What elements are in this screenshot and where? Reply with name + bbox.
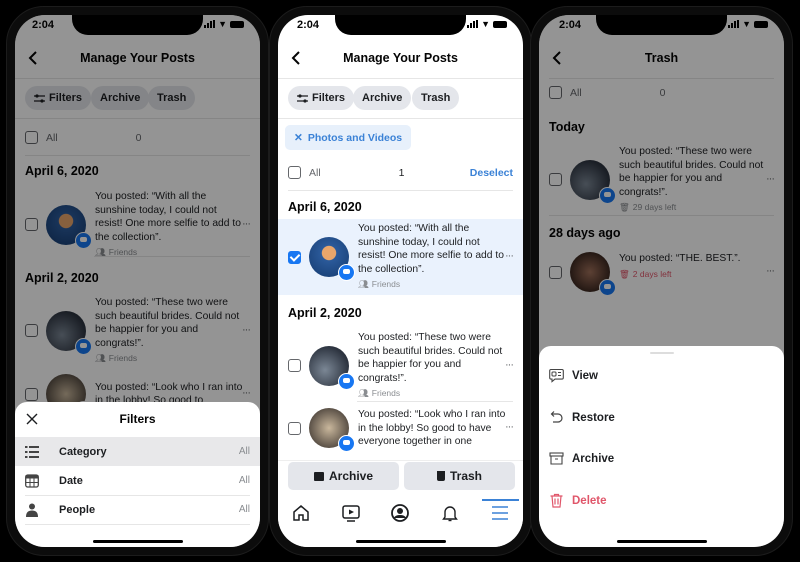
home-icon[interactable] [291,503,311,523]
active-tab-indicator [482,499,519,501]
menu-item-restore[interactable]: Restore [549,410,615,425]
page-title: Manage Your Posts [343,51,458,65]
post-actions-sheet: View Restore Archive Delete [539,346,784,547]
archive-icon [313,471,324,481]
home-indicator [355,540,446,543]
trash-button[interactable]: Trash [404,462,515,490]
filter-row-people[interactable]: People All [15,495,260,524]
sheet-handle[interactable] [649,352,674,354]
profile-icon[interactable] [390,503,410,523]
post-item[interactable]: You posted: “These two were such beautif… [278,326,523,406]
screen-manage-posts-selected: 2:04 ▼ Manage Your Posts Filters Archive… [278,15,523,547]
archive-button[interactable]: Archive [288,462,399,490]
more-icon[interactable]: ··· [505,421,514,433]
selected-count: 1 [398,166,405,179]
archive-chip[interactable]: Archive [353,86,412,110]
filters-chip[interactable]: Filters [288,86,355,110]
post-checkbox[interactable] [288,359,301,373]
messenger-badge-icon [338,435,355,453]
status-time: 2:04 [297,19,320,31]
filter-row-category[interactable]: Category All [15,437,260,466]
filters-sheet: Filters Category All Date All People All [15,402,260,547]
list-icon [25,445,39,458]
friends-icon: 👥︎ [358,388,369,398]
battery-icon [493,21,507,28]
menu-item-view[interactable]: View [549,368,598,383]
post-thumbnail [309,237,355,281]
archive-icon [549,452,564,465]
menu-item-archive[interactable]: Archive [549,451,614,466]
trash-icon [550,493,563,508]
menu-icon[interactable] [490,503,510,523]
friends-icon: 👥︎ [358,279,369,290]
post-thumbnail [309,408,355,453]
bell-icon[interactable] [440,503,460,523]
home-indicator [616,540,707,543]
date-header: April 2, 2020 [288,306,362,320]
date-header: April 6, 2020 [288,200,362,214]
screen-manage-posts-filters: 2:04 ▼ Manage Your Posts Filters Archive… [15,15,260,547]
deselect-button[interactable]: Deselect [470,167,513,179]
filter-row-date[interactable]: Date All [15,466,260,495]
screen-trash: 2:04 ▼ Trash All 0 Today You posted: “The… [539,15,784,547]
select-all-checkbox[interactable] [288,166,301,179]
status-icons: ▼ [467,19,507,29]
post-checkbox[interactable] [288,421,301,435]
sheet-title: Filters [119,412,156,426]
post-checkbox-checked[interactable] [288,250,301,264]
restore-icon [550,411,563,423]
menu-item-delete[interactable]: Delete [549,493,607,508]
active-filter-chip[interactable]: ✕ Photos and Videos [285,125,412,150]
trash-chip[interactable]: Trash [412,86,460,110]
post-thumbnail [309,345,355,390]
select-all-row: All 1 Deselect [288,166,513,179]
notch [335,15,466,35]
messenger-badge-icon [338,264,355,281]
sliders-icon [297,93,308,103]
home-indicator [92,540,183,543]
watch-icon[interactable] [341,503,361,523]
more-icon[interactable]: ··· [505,359,514,371]
more-icon[interactable]: ··· [505,250,514,262]
messenger-badge-icon [338,372,355,390]
person-icon [26,503,38,517]
remove-filter-icon[interactable]: ✕ [294,132,303,144]
calendar-icon [25,473,39,488]
post-item[interactable]: You posted: “Look who I ran into in the … [278,403,523,454]
signal-icon [467,20,479,28]
trash-icon [436,471,445,481]
wifi-icon: ▼ [481,19,490,29]
view-icon [549,368,564,383]
post-item-selected[interactable]: You posted: “With all the sunshine today… [278,219,523,295]
